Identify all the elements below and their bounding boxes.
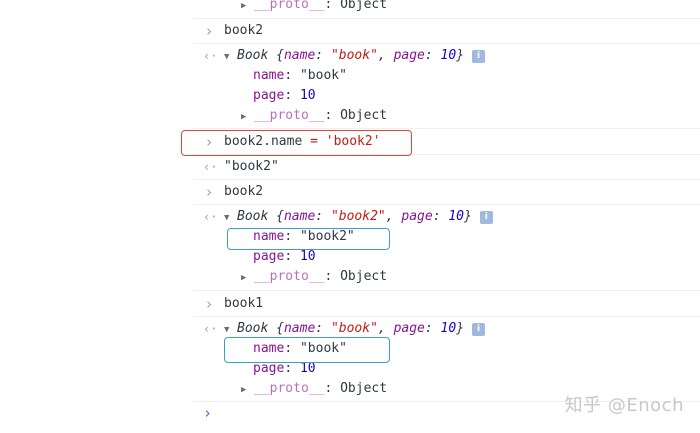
expand-triangle-icon[interactable]: ▼ <box>224 208 237 228</box>
input-code: book2 <box>224 23 264 38</box>
separator <box>193 128 700 129</box>
return-arrow-icon: ‹· <box>203 322 218 336</box>
console-input-row[interactable]: › book2 <box>193 21 700 41</box>
chevron-right-icon: › <box>204 183 214 201</box>
input-code: book2.name = 'book2' <box>224 134 381 149</box>
return-arrow-icon: ‹· <box>203 49 218 63</box>
input-code: book2 <box>224 184 264 199</box>
separator <box>193 316 700 317</box>
object-summary-row[interactable]: ‹· ▼ Book {name: "book2", page: 10} i <box>193 207 700 227</box>
watermark: 知乎 @Enoch <box>564 395 684 416</box>
console-input-row[interactable]: › book2.name = 'book2' <box>193 132 700 152</box>
collapsed-triangle-icon[interactable]: ▶ <box>241 107 254 127</box>
chevron-right-icon: › <box>204 133 214 151</box>
property-row: name: "book" <box>253 68 347 83</box>
proto-row[interactable]: ▶ __proto__: Object <box>193 106 700 126</box>
expand-triangle-icon[interactable]: ▼ <box>224 47 237 67</box>
separator <box>193 179 700 180</box>
proto-row[interactable]: ▶ __proto__: Object <box>193 0 700 15</box>
collapsed-triangle-icon[interactable]: ▶ <box>241 0 254 16</box>
separator <box>193 43 700 44</box>
info-icon[interactable]: i <box>472 323 486 336</box>
collapsed-triangle-icon[interactable]: ▶ <box>241 380 254 400</box>
info-icon[interactable]: i <box>479 211 493 224</box>
collapsed-triangle-icon[interactable]: ▶ <box>241 268 254 288</box>
separator <box>193 204 700 205</box>
return-arrow-icon: ‹· <box>203 210 218 224</box>
input-code: book1 <box>224 296 264 311</box>
property-row: name: "book" <box>253 341 347 356</box>
chevron-right-icon: › <box>204 295 214 313</box>
property-row: page: 10 <box>253 249 316 264</box>
object-summary-row[interactable]: ‹· ▼ Book {name: "book", page: 10} i <box>193 319 700 339</box>
return-arrow-icon: ‹· <box>203 160 218 174</box>
console-input-row[interactable]: › book1 <box>193 294 700 314</box>
property-row: page: 10 <box>253 88 316 103</box>
proto-row[interactable]: ▶ __proto__: Object <box>193 267 700 287</box>
console-output-row: ‹· "book2" <box>193 157 700 177</box>
left-empty-area <box>0 0 193 433</box>
property-row: page: 10 <box>253 361 316 376</box>
separator <box>193 290 700 291</box>
expand-triangle-icon[interactable]: ▼ <box>224 320 237 340</box>
chevron-right-icon: › <box>203 404 213 422</box>
separator <box>193 18 700 19</box>
object-summary-row[interactable]: ‹· ▼ Book {name: "book", page: 10} i <box>193 46 700 66</box>
info-icon[interactable]: i <box>472 50 486 63</box>
chevron-right-icon: › <box>204 22 214 40</box>
devtools-console[interactable]: ▶ __proto__: Object › book2 ‹· ▼ Book {nam… <box>181 0 700 433</box>
console-input-row[interactable]: › book2 <box>193 182 700 202</box>
separator <box>193 154 700 155</box>
property-row: name: "book2" <box>253 229 355 244</box>
